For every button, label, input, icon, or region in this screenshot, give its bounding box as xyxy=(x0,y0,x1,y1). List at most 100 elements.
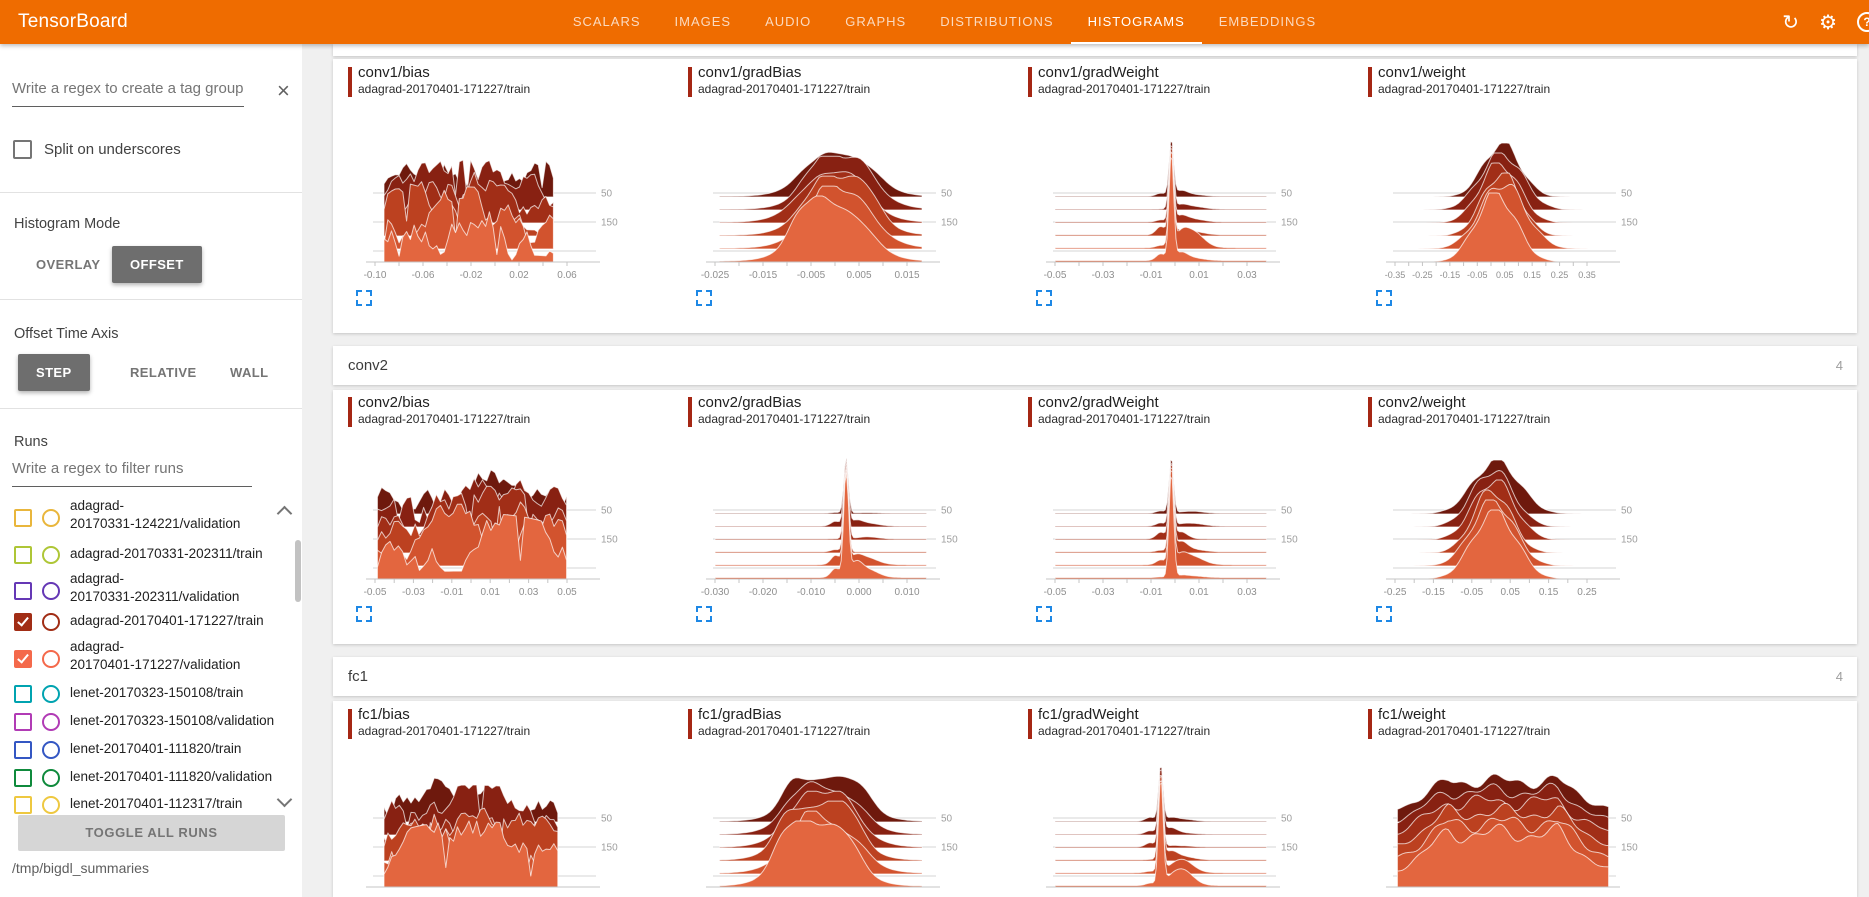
divider xyxy=(0,408,302,409)
svg-text:0.010: 0.010 xyxy=(894,587,919,598)
svg-text:50: 50 xyxy=(1281,506,1293,517)
run-radio-circle[interactable] xyxy=(42,741,60,759)
histogram-ridge-chart: 50150 xyxy=(688,746,998,897)
run-label[interactable]: adagrad- 20170331-124221/validation xyxy=(70,497,302,533)
run-regex-input[interactable]: Write a regex to filter runs xyxy=(12,460,252,487)
run-label[interactable]: adagrad-20170331-202311/train xyxy=(70,545,302,563)
clear-tag-filter-icon[interactable]: × xyxy=(277,80,290,102)
run-label[interactable]: adagrad-20170401-171227/train xyxy=(70,612,302,630)
section-name: conv2 xyxy=(348,346,388,385)
tag-regex-input[interactable]: Write a regex to create a tag group xyxy=(12,80,244,107)
svg-text:150: 150 xyxy=(1621,218,1638,229)
tab-distributions[interactable]: DISTRIBUTIONS xyxy=(923,0,1070,44)
run-checkbox[interactable] xyxy=(14,685,32,703)
run-checkbox[interactable] xyxy=(14,650,32,668)
svg-text:0.015: 0.015 xyxy=(894,270,919,281)
help-icon[interactable]: ? xyxy=(1857,12,1869,32)
log-directory-path: /tmp/bigdl_summaries xyxy=(12,860,149,876)
histogram-card: fc1/gradWeightadagrad-20170401-171227/tr… xyxy=(1028,708,1358,897)
run-radio-circle[interactable] xyxy=(42,546,60,564)
run-checkbox[interactable] xyxy=(14,741,32,759)
tab-images[interactable]: IMAGES xyxy=(658,0,749,44)
run-radio-circle[interactable] xyxy=(42,796,60,814)
run-label[interactable]: lenet-20170401-111820/train xyxy=(70,740,302,758)
run-checkbox[interactable] xyxy=(14,796,32,814)
card-tag-title: conv2/gradBias xyxy=(698,394,801,411)
expand-icon[interactable] xyxy=(1376,290,1392,306)
chart-canvas: 50150-0.05-0.03-0.010.010.03 xyxy=(1028,121,1338,291)
histogram-ridge-chart: 50150-0.05-0.03-0.010.010.03 xyxy=(1028,121,1338,286)
svg-text:0.02: 0.02 xyxy=(509,270,529,281)
svg-text:50: 50 xyxy=(1281,814,1293,825)
run-radio-circle[interactable] xyxy=(42,769,60,787)
svg-text:150: 150 xyxy=(601,535,618,546)
run-label[interactable]: adagrad- 20170401-171227/validation xyxy=(70,638,302,674)
run-checkbox[interactable] xyxy=(14,546,32,564)
svg-text:50: 50 xyxy=(1621,506,1633,517)
chart-canvas: 50150-0.10-0.06-0.020.020.06 xyxy=(348,121,658,291)
offset-button[interactable]: OFFSET xyxy=(112,246,202,283)
card-tag-title: fc1/gradBias xyxy=(698,706,781,723)
run-label[interactable]: adagrad- 20170331-202311/validation xyxy=(70,570,302,606)
step-button[interactable]: STEP xyxy=(18,354,90,391)
tab-scalars[interactable]: SCALARS xyxy=(556,0,658,44)
run-checkbox[interactable] xyxy=(14,769,32,787)
run-radio-circle[interactable] xyxy=(42,613,60,631)
overlay-button[interactable]: OVERLAY xyxy=(22,246,114,283)
relative-button[interactable]: RELATIVE xyxy=(116,354,211,391)
run-radio-circle[interactable] xyxy=(42,685,60,703)
histogram-ridge-chart: 50150-0.030-0.020-0.0100.0000.010 xyxy=(688,438,998,603)
run-label[interactable]: lenet-20170323-150108/validation xyxy=(70,712,302,730)
run-checkbox[interactable] xyxy=(14,613,32,631)
split-underscores-checkbox[interactable] xyxy=(13,140,32,159)
histogram-ridge-chart: 50150-0.05-0.03-0.010.010.030.05 xyxy=(348,438,658,603)
svg-text:-0.25: -0.25 xyxy=(1412,270,1433,280)
run-checkbox[interactable] xyxy=(14,713,32,731)
expand-icon[interactable] xyxy=(696,290,712,306)
header-actions: ↻ ⚙ ? xyxy=(1782,0,1869,44)
expand-icon[interactable] xyxy=(1376,606,1392,622)
svg-text:0.15: 0.15 xyxy=(1539,587,1559,598)
svg-text:-0.010: -0.010 xyxy=(797,587,826,598)
card-tag-title: conv1/bias xyxy=(358,64,430,81)
runs-label: Runs xyxy=(14,434,48,450)
card-run-name: adagrad-20170401-171227/train xyxy=(698,724,870,738)
expand-icon[interactable] xyxy=(696,606,712,622)
settings-gear-icon[interactable]: ⚙ xyxy=(1819,12,1837,32)
run-label[interactable]: lenet-20170323-150108/train xyxy=(70,684,302,702)
expand-icon[interactable] xyxy=(356,606,372,622)
tab-embeddings[interactable]: EMBEDDINGS xyxy=(1202,0,1333,44)
svg-text:0.01: 0.01 xyxy=(1189,270,1209,281)
toggle-all-runs-button[interactable]: TOGGLE ALL RUNS xyxy=(18,815,285,851)
refresh-icon[interactable]: ↻ xyxy=(1782,12,1799,32)
svg-text:50: 50 xyxy=(941,189,953,200)
section-header-conv2[interactable]: conv2 4 xyxy=(333,346,1857,385)
section-header-fc1[interactable]: fc1 4 xyxy=(333,657,1857,696)
run-radio-circle[interactable] xyxy=(42,509,60,527)
expand-icon[interactable] xyxy=(1036,290,1052,306)
run-label[interactable]: lenet-20170401-112317/train xyxy=(70,795,302,813)
histogram-card: conv1/biasadagrad-20170401-171227/train 5… xyxy=(348,66,678,316)
section-top-strip xyxy=(333,44,1857,56)
run-radio-circle[interactable] xyxy=(42,713,60,731)
chart-canvas: 50150 xyxy=(1368,746,1678,897)
svg-text:-0.15: -0.15 xyxy=(1440,270,1461,280)
svg-text:0.05: 0.05 xyxy=(557,587,577,598)
run-radio-circle[interactable] xyxy=(42,582,60,600)
tab-histograms[interactable]: HISTOGRAMS xyxy=(1071,0,1202,44)
card-tag-title: fc1/gradWeight xyxy=(1038,706,1139,723)
run-label[interactable]: lenet-20170401-111820/validation xyxy=(70,768,302,786)
run-radio-circle[interactable] xyxy=(42,650,60,668)
svg-text:150: 150 xyxy=(941,535,958,546)
expand-icon[interactable] xyxy=(1036,606,1052,622)
svg-text:-0.005: -0.005 xyxy=(797,270,826,281)
runs-scrollbar-thumb[interactable] xyxy=(295,540,301,602)
tab-audio[interactable]: AUDIO xyxy=(748,0,828,44)
expand-icon[interactable] xyxy=(356,290,372,306)
run-checkbox[interactable] xyxy=(14,582,32,600)
wall-button[interactable]: WALL xyxy=(216,354,282,391)
tab-graphs[interactable]: GRAPHS xyxy=(828,0,923,44)
card-run-name: adagrad-20170401-171227/train xyxy=(358,82,530,96)
card-color-bar xyxy=(1028,709,1032,739)
run-checkbox[interactable] xyxy=(14,509,32,527)
